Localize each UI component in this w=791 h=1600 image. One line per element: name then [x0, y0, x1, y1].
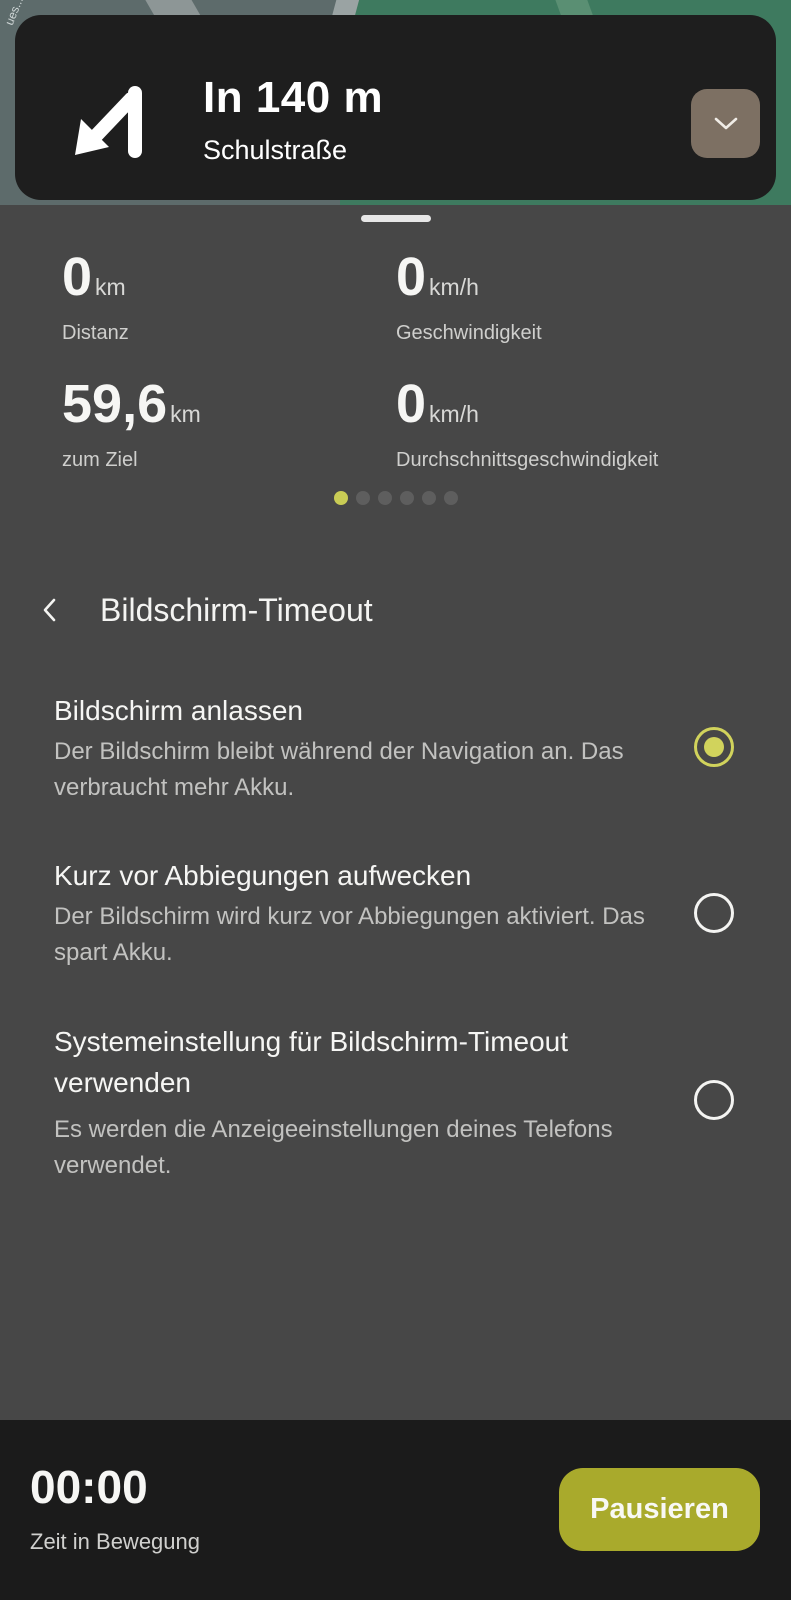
stat-avg-speed: 0 km/h Durchschnittsgeschwindigkeit: [396, 377, 658, 472]
radio-selected[interactable]: [694, 727, 734, 767]
option-description: Es werden die Anzeigeeinstellungen deine…: [54, 1116, 613, 1179]
moving-time-value: 00:00: [30, 1461, 148, 1513]
pager-dot[interactable]: [378, 491, 392, 505]
stat-value: 0: [396, 247, 427, 307]
street-name: Schulstraße: [203, 135, 348, 165]
turn-sharp-left-icon: [75, 86, 142, 158]
back-arrow-icon[interactable]: [38, 596, 62, 624]
pager-dot[interactable]: [444, 491, 458, 505]
stat-label: zum Ziel: [62, 449, 138, 471]
stat-speed: 0 km/h Geschwindigkeit: [396, 250, 542, 345]
turn-distance: In 140 m: [203, 73, 384, 122]
option-wake-before-turns[interactable]: Kurz vor Abbiegungen aufwecken Der Bilds…: [0, 855, 791, 981]
bottom-bar: 00:00 Zeit in Bewegung Pausieren: [0, 1420, 791, 1600]
option-description: Der Bildschirm bleibt während der Naviga…: [54, 738, 624, 801]
option-description: Der Bildschirm wird kurz vor Abbiegungen…: [54, 903, 645, 966]
option-title: Kurz vor Abbiegungen aufwecken: [54, 860, 472, 891]
stat-value: 0: [396, 374, 427, 434]
stats-pager[interactable]: [334, 491, 458, 505]
pager-dot[interactable]: [422, 491, 436, 505]
radio-unselected[interactable]: [694, 1080, 734, 1120]
stat-value: 59,6: [62, 374, 168, 434]
pause-button[interactable]: Pausieren: [559, 1468, 760, 1551]
pager-dot[interactable]: [356, 491, 370, 505]
chevron-down-icon: [714, 117, 737, 129]
radio-unselected[interactable]: [694, 893, 734, 933]
stat-unit: km/h: [429, 401, 479, 427]
page-title: Bildschirm-Timeout: [100, 592, 373, 628]
stat-value: 0: [62, 247, 93, 307]
stat-label: Geschwindigkeit: [396, 322, 542, 344]
stat-distance: 0 km Distanz: [62, 250, 129, 345]
moving-time-label: Zeit in Bewegung: [30, 1529, 200, 1554]
option-system-timeout[interactable]: Systemeinstellung für Bildschirm-Timeout…: [0, 1021, 791, 1191]
option-title: Bildschirm anlassen: [54, 695, 303, 726]
stat-unit: km/h: [429, 274, 479, 300]
stat-to-destination: 59,6 km zum Ziel: [62, 377, 201, 472]
stat-unit: km: [95, 274, 126, 300]
pager-dot[interactable]: [400, 491, 414, 505]
navigation-banner: In 140 m Schulstraße: [15, 15, 776, 200]
collapse-button[interactable]: [691, 89, 760, 158]
sheet-drag-handle[interactable]: [361, 215, 431, 222]
stat-unit: km: [170, 401, 201, 427]
stat-label: Distanz: [62, 322, 129, 344]
stat-label: Durchschnittsgeschwindigkeit: [396, 449, 659, 471]
option-title: Systemeinstellung für Bildschirm-Timeout…: [54, 1026, 569, 1098]
pager-dot-active[interactable]: [334, 491, 348, 505]
option-keep-screen-on[interactable]: Bildschirm anlassen Der Bildschirm bleib…: [0, 688, 791, 814]
